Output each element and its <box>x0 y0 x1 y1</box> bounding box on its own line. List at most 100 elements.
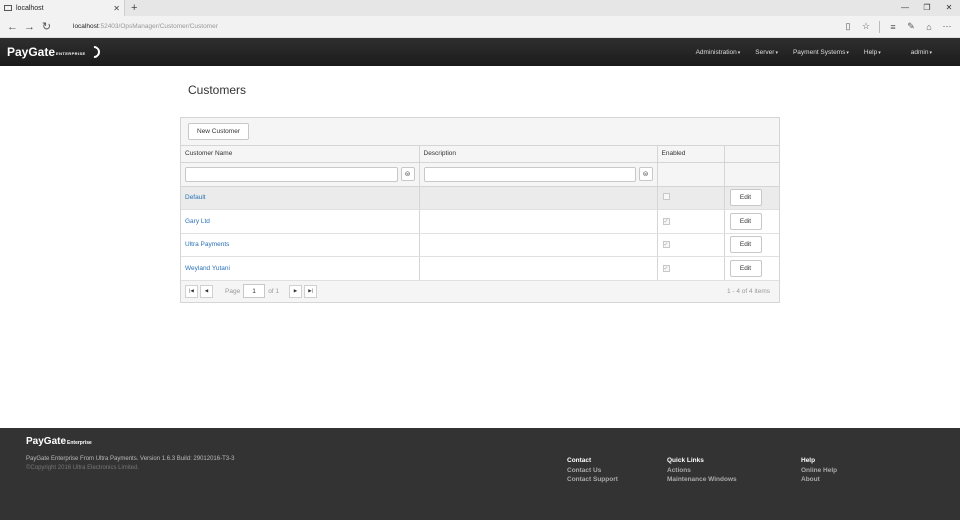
hub-icon[interactable]: ≡ <box>884 22 902 32</box>
main-menu: Administration▾ Server▾ Payment Systems▾… <box>681 38 932 66</box>
edit-button[interactable]: Edit <box>729 189 762 207</box>
filter-cell: ⊜ <box>419 162 658 187</box>
edit-button[interactable]: Edit <box>729 259 762 277</box>
caret-down-icon: ▾ <box>878 49 881 56</box>
table-row[interactable]: Gary Ltd ✓ Edit <box>181 209 779 234</box>
description-cell <box>419 233 658 257</box>
refresh-icon[interactable]: ↻ <box>38 20 55 33</box>
caret-down-icon: ▾ <box>929 49 932 56</box>
page-label: Page <box>225 287 241 295</box>
filter-icon[interactable]: ⊜ <box>638 167 653 181</box>
browser-tab-bar: localhost ✕ + — ❐ ✕ <box>0 0 960 16</box>
minimize-icon[interactable]: — <box>894 0 916 16</box>
menu-server[interactable]: Server▾ <box>755 49 778 56</box>
table-row[interactable]: Default Edit <box>181 186 779 210</box>
actions-cell: Edit <box>724 186 779 210</box>
customer-name-cell: Gary Ltd <box>181 209 420 234</box>
edit-button[interactable]: Edit <box>729 212 762 230</box>
grid-toolbar: New Customer <box>181 118 779 146</box>
caret-down-icon: ▾ <box>775 49 778 56</box>
last-page-icon[interactable]: ▶| <box>304 284 318 298</box>
footer-link-online-help[interactable]: Online Help <box>801 466 837 476</box>
customer-name-cell: Weyland Yutani <box>181 256 420 281</box>
footer-link-maintenance-windows[interactable]: Maintenance Windows <box>667 475 737 485</box>
enabled-cell: ✓ <box>657 209 725 234</box>
favorite-star-icon[interactable]: ☆ <box>857 21 875 32</box>
share-icon[interactable]: ⌂ <box>920 22 938 32</box>
column-header-actions <box>724 146 779 163</box>
customer-name-link[interactable]: Gary Ltd <box>185 218 210 225</box>
customer-name-cell: Default <box>181 186 420 210</box>
footer-link-about[interactable]: About <box>801 475 837 485</box>
footer-brand: PayGateEnterprise <box>26 436 92 447</box>
close-tab-icon[interactable]: ✕ <box>113 4 120 13</box>
footer-contact-column: Contact Contact Us Contact Support <box>567 456 618 485</box>
column-header-enabled[interactable]: Enabled <box>657 146 725 163</box>
reading-view-icon[interactable]: ▯ <box>839 21 857 32</box>
enabled-checkbox <box>662 193 670 201</box>
filter-cell: ⊜ <box>181 162 420 187</box>
browser-tab[interactable]: localhost ✕ <box>0 0 125 16</box>
new-customer-button[interactable]: New Customer <box>188 123 249 140</box>
menu-user[interactable]: admin▾ <box>911 49 932 56</box>
window-controls: — ❐ ✕ <box>894 0 960 16</box>
customer-name-link[interactable]: Ultra Payments <box>185 241 229 248</box>
more-icon[interactable]: ⋯ <box>938 21 956 32</box>
customer-name-link[interactable]: Default <box>185 194 206 201</box>
customers-grid: New Customer Customer Name Description E… <box>180 117 780 303</box>
page-footer: PayGateEnterprise PayGate Enterprise Fro… <box>0 428 960 520</box>
customer-name-link[interactable]: Weyland Yutani <box>185 265 230 272</box>
app-navbar: PayGate ENTERPRISE Administration▾ Serve… <box>0 38 960 66</box>
pager-info: 1 - 4 of 4 items <box>727 287 770 295</box>
footer-link-contact-support[interactable]: Contact Support <box>567 475 618 485</box>
table-row[interactable]: Weyland Yutani ✓ Edit <box>181 256 779 281</box>
close-window-icon[interactable]: ✕ <box>938 0 960 16</box>
description-filter-input[interactable] <box>423 166 636 182</box>
back-icon[interactable]: ← <box>4 21 21 33</box>
description-cell <box>419 186 658 210</box>
brand-logo[interactable]: PayGate ENTERPRISE <box>7 43 103 61</box>
filter-cell <box>657 162 725 187</box>
footer-link-actions[interactable]: Actions <box>667 466 737 476</box>
actions-cell: Edit <box>724 256 779 281</box>
footer-quick-links-heading: Quick Links <box>667 457 704 464</box>
url-field[interactable]: localhost:52403/OpsManager/Customer/Cust… <box>69 20 839 34</box>
menu-help[interactable]: Help▾ <box>864 49 881 56</box>
enabled-cell: ✓ <box>657 256 725 281</box>
brand-name: PayGate <box>7 45 56 59</box>
menu-administration[interactable]: Administration▾ <box>696 49 741 56</box>
main-content: Customers New Customer Customer Name Des… <box>0 66 960 428</box>
first-page-icon[interactable]: |◀ <box>185 284 198 298</box>
customer-name-filter-input[interactable] <box>185 166 398 182</box>
menu-payment-systems[interactable]: Payment Systems▾ <box>793 49 849 56</box>
toolbar-divider <box>879 20 880 33</box>
enabled-checkbox: ✓ <box>662 217 670 225</box>
table-row[interactable]: Ultra Payments ✓ Edit <box>181 233 779 257</box>
column-header-description[interactable]: Description <box>419 146 658 163</box>
actions-cell: Edit <box>724 233 779 257</box>
browser-address-bar: ← → ↻ localhost:52403/OpsManager/Custome… <box>0 16 960 38</box>
edit-button[interactable]: Edit <box>729 236 762 254</box>
forward-icon[interactable]: → <box>21 21 38 33</box>
grid-pager: |◀ ◀ Page 1 of 1 ▶ ▶| 1 - 4 of 4 items <box>181 280 779 302</box>
prev-page-icon[interactable]: ◀ <box>200 284 213 298</box>
browser-tab-title: localhost <box>16 4 44 12</box>
web-note-icon[interactable]: ✎ <box>902 21 920 32</box>
enabled-cell <box>657 186 725 210</box>
footer-brand-name: PayGate <box>26 436 67 447</box>
caret-down-icon: ▾ <box>846 49 849 56</box>
customers-table: Customer Name Description Enabled ⊜ ⊜ De… <box>181 146 779 281</box>
footer-link-contact-us[interactable]: Contact Us <box>567 466 618 476</box>
filter-cell <box>724 162 779 187</box>
footer-brand-edition: Enterprise <box>67 440 92 446</box>
customer-name-cell: Ultra Payments <box>181 233 420 257</box>
footer-contact-heading: Contact <box>567 457 592 464</box>
table-header-row: Customer Name Description Enabled <box>181 146 779 163</box>
new-tab-icon[interactable]: + <box>125 2 143 14</box>
page-number-input[interactable]: 1 <box>243 284 266 298</box>
column-header-customer-name[interactable]: Customer Name <box>181 146 420 163</box>
filter-icon[interactable]: ⊜ <box>400 167 415 181</box>
restore-icon[interactable]: ❐ <box>916 0 938 16</box>
next-page-icon[interactable]: ▶ <box>289 284 303 298</box>
footer-help-column: Help Online Help About <box>801 456 837 485</box>
